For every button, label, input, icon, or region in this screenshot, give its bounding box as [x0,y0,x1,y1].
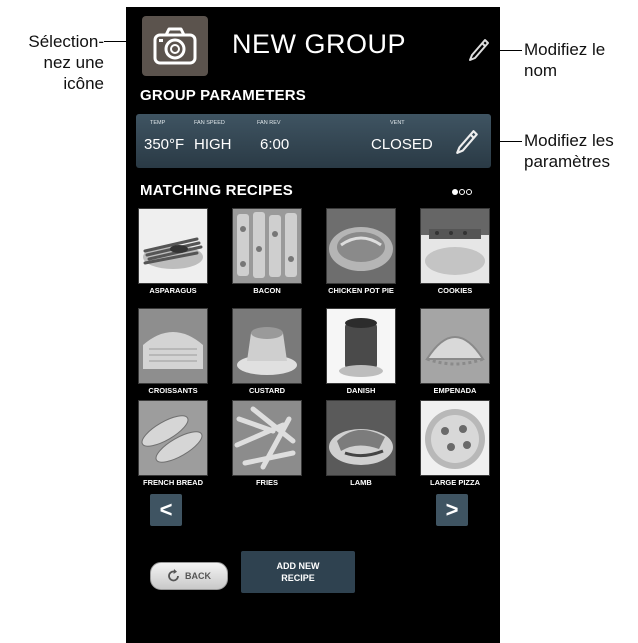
add-new-recipe-button[interactable]: ADD NEW RECIPE [241,551,355,593]
recipe-label: LARGE PIZZA [430,478,480,487]
recipe-label: ASPARAGUS [149,286,197,295]
recipe-tile-cookies[interactable]: COOKIES [418,208,500,300]
callout-select-icon: Sélection- nez une icône [28,32,104,93]
camera-icon [153,27,197,65]
recipe-label: CROISSANTS [148,386,198,395]
page-dot [459,189,465,195]
large-pizza-photo [420,400,490,476]
param-value: HIGH [194,136,232,153]
param-label: VENT [390,120,405,126]
back-label: BACK [185,571,211,581]
recipe-tile-chicken-pot-pie[interactable]: CHICKEN POT PIE [324,208,414,300]
recipe-label: DANISH [346,386,376,395]
callout-rename: Modifiez le nom [524,40,606,80]
page-dot [466,189,472,195]
group-title: NEW GROUP [232,29,407,59]
cookies-photo [420,208,490,284]
bacon-photo [232,208,302,284]
recipe-tile-french-bread[interactable]: FRENCH BREAD [136,400,226,492]
recipe-tile-bacon[interactable]: BACON [230,208,320,300]
recipe-tile-fries[interactable]: FRIES [230,400,320,492]
matching-recipes-heading: MATCHING RECIPES [140,182,293,199]
recipe-tile-asparagus[interactable]: ASPARAGUS [136,208,226,300]
recipe-tile-croissants[interactable]: CROISSANTS [136,308,226,400]
add-new-recipe-label: ADD NEW RECIPE [276,561,320,583]
device-screen: NEW GROUP GROUP PARAMETERS TEMP 350°F FA… [126,7,500,643]
chevron-left-icon: < [159,497,173,522]
group-parameters-heading: GROUP PARAMETERS [140,87,306,104]
param-value: CLOSED [371,136,433,153]
param-value: 6:00 [260,136,290,153]
group-parameters-panel[interactable]: TEMP 350°F FAN SPEED HIGH FAN REV 6:00 V… [136,114,491,168]
custard-photo [232,308,302,384]
recipe-label: COOKIES [437,286,473,295]
next-page-button[interactable]: > [436,494,468,526]
chevron-right-icon: > [445,497,459,522]
param-label: TEMP [150,120,166,126]
croissants-photo [138,308,208,384]
previous-page-button[interactable]: < [150,494,182,526]
recipe-tile-lamb[interactable]: LAMB [324,400,414,492]
rename-pencil-icon[interactable] [468,38,490,62]
lamb-photo [326,400,396,476]
fries-photo [232,400,302,476]
recipe-tile-danish[interactable]: DANISH [324,308,414,400]
group-icon-button[interactable] [142,16,208,76]
recipe-label: FRENCH BREAD [143,478,203,487]
empenada-photo [420,308,490,384]
recipe-label: CUSTARD [248,386,286,395]
recipe-label: EMPENADA [433,386,477,395]
recipe-label: CHICKEN POT PIE [328,286,394,295]
asparagus-photo [138,208,208,284]
recipe-tile-empenada[interactable]: EMPENADA [418,308,500,400]
french-bread-photo [138,400,208,476]
callout-edit-params: Modifiez les paramètres [524,131,614,171]
page-indicator [451,182,472,200]
chicken-pot-pie-photo [326,208,396,284]
page-dot-active [452,189,458,195]
back-arrow-icon [168,569,179,582]
recipe-label: BACON [253,286,281,295]
recipe-label: LAMB [350,478,372,487]
param-value: 350°F [144,136,185,153]
recipe-tile-custard[interactable]: CUSTARD [230,308,320,400]
danish-photo [326,308,396,384]
param-label: FAN SPEED [194,120,225,126]
edit-parameters-pencil-icon[interactable] [455,129,479,155]
recipe-grid: ASPARAGUS BACON CHICKEN POT PIE COOKIES … [136,208,496,498]
recipe-tile-large-pizza[interactable]: LARGE PIZZA [418,400,500,492]
param-label: FAN REV [257,120,281,126]
recipe-label: FRIES [255,478,279,487]
back-button[interactable]: BACK [150,562,228,590]
